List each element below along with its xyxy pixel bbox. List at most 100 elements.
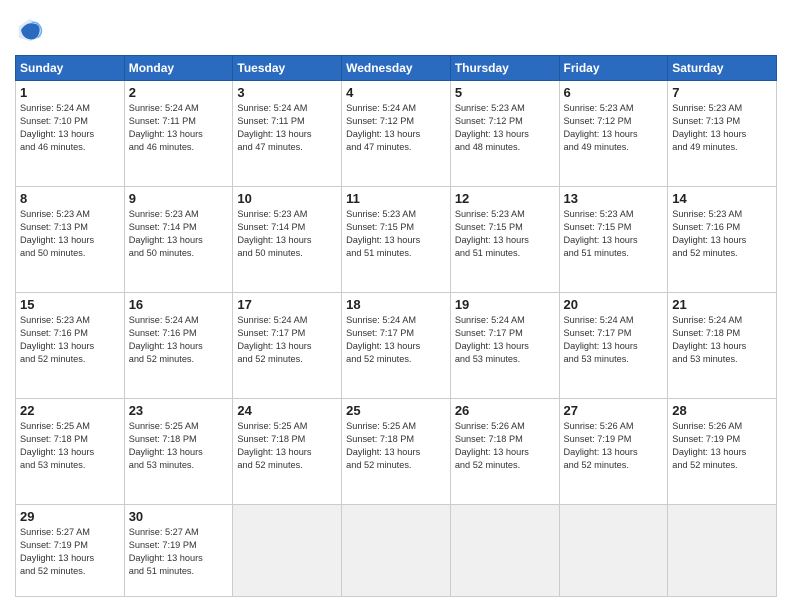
day-number: 12 (455, 191, 555, 206)
cell-info: Sunrise: 5:26 AMSunset: 7:19 PMDaylight:… (672, 421, 746, 470)
calendar-cell: 15 Sunrise: 5:23 AMSunset: 7:16 PMDayligh… (16, 292, 125, 398)
cell-info: Sunrise: 5:23 AMSunset: 7:12 PMDaylight:… (455, 103, 529, 152)
header (15, 15, 777, 45)
day-number: 24 (237, 403, 337, 418)
cell-info: Sunrise: 5:24 AMSunset: 7:17 PMDaylight:… (237, 315, 311, 364)
cell-info: Sunrise: 5:23 AMSunset: 7:16 PMDaylight:… (20, 315, 94, 364)
calendar-cell (342, 504, 451, 596)
calendar-cell: 7 Sunrise: 5:23 AMSunset: 7:13 PMDaylight… (668, 81, 777, 187)
day-number: 20 (564, 297, 664, 312)
weekday-header-saturday: Saturday (668, 56, 777, 81)
calendar-cell: 23 Sunrise: 5:25 AMSunset: 7:18 PMDayligh… (124, 398, 233, 504)
calendar-cell: 20Sunrise: 5:24 AMSunset: 7:17 PMDayligh… (559, 292, 668, 398)
calendar-cell: 25Sunrise: 5:25 AMSunset: 7:18 PMDayligh… (342, 398, 451, 504)
day-number: 10 (237, 191, 337, 206)
calendar-cell: 4 Sunrise: 5:24 AMSunset: 7:12 PMDaylight… (342, 81, 451, 187)
day-number: 3 (237, 85, 337, 100)
cell-info: Sunrise: 5:25 AMSunset: 7:18 PMDaylight:… (237, 421, 311, 470)
day-number: 17 (237, 297, 337, 312)
day-number: 1 (20, 85, 120, 100)
cell-info: Sunrise: 5:23 AMSunset: 7:14 PMDaylight:… (129, 209, 203, 258)
cell-info: Sunrise: 5:25 AMSunset: 7:18 PMDaylight:… (20, 421, 94, 470)
cell-info: Sunrise: 5:25 AMSunset: 7:18 PMDaylight:… (129, 421, 203, 470)
cell-info: Sunrise: 5:24 AMSunset: 7:10 PMDaylight:… (20, 103, 94, 152)
weekday-header-tuesday: Tuesday (233, 56, 342, 81)
calendar-cell: 8 Sunrise: 5:23 AMSunset: 7:13 PMDaylight… (16, 186, 125, 292)
calendar-cell: 26Sunrise: 5:26 AMSunset: 7:18 PMDayligh… (450, 398, 559, 504)
calendar-cell: 5 Sunrise: 5:23 AMSunset: 7:12 PMDaylight… (450, 81, 559, 187)
day-number: 22 (20, 403, 120, 418)
day-number: 16 (129, 297, 229, 312)
calendar-cell (668, 504, 777, 596)
cell-info: Sunrise: 5:23 AMSunset: 7:15 PMDaylight:… (346, 209, 420, 258)
weekday-header-wednesday: Wednesday (342, 56, 451, 81)
day-number: 7 (672, 85, 772, 100)
day-number: 30 (129, 509, 229, 524)
cell-info: Sunrise: 5:23 AMSunset: 7:13 PMDaylight:… (20, 209, 94, 258)
day-number: 19 (455, 297, 555, 312)
calendar-cell: 28Sunrise: 5:26 AMSunset: 7:19 PMDayligh… (668, 398, 777, 504)
cell-info: Sunrise: 5:27 AMSunset: 7:19 PMDaylight:… (20, 527, 94, 576)
calendar-cell: 6Sunrise: 5:23 AMSunset: 7:12 PMDaylight… (559, 81, 668, 187)
calendar-cell (450, 504, 559, 596)
calendar-cell: 1 Sunrise: 5:24 AMSunset: 7:10 PMDaylight… (16, 81, 125, 187)
logo (15, 15, 49, 45)
day-number: 11 (346, 191, 446, 206)
calendar-cell: 22 Sunrise: 5:25 AMSunset: 7:18 PMDayligh… (16, 398, 125, 504)
day-number: 9 (129, 191, 229, 206)
calendar-cell: 27 Sunrise: 5:26 AMSunset: 7:19 PMDayligh… (559, 398, 668, 504)
page: SundayMondayTuesdayWednesdayThursdayFrid… (0, 0, 792, 612)
calendar-cell: 9 Sunrise: 5:23 AMSunset: 7:14 PMDaylight… (124, 186, 233, 292)
cell-info: Sunrise: 5:24 AMSunset: 7:11 PMDaylight:… (129, 103, 203, 152)
calendar-cell (233, 504, 342, 596)
day-number: 2 (129, 85, 229, 100)
calendar-cell: 29 Sunrise: 5:27 AMSunset: 7:19 PMDayligh… (16, 504, 125, 596)
cell-info: Sunrise: 5:23 AMSunset: 7:15 PMDaylight:… (564, 209, 638, 258)
cell-info: Sunrise: 5:24 AMSunset: 7:17 PMDaylight:… (455, 315, 529, 364)
cell-info: Sunrise: 5:24 AMSunset: 7:12 PMDaylight:… (346, 103, 420, 152)
day-number: 14 (672, 191, 772, 206)
calendar-cell: 19 Sunrise: 5:24 AMSunset: 7:17 PMDayligh… (450, 292, 559, 398)
day-number: 8 (20, 191, 120, 206)
calendar-cell: 2 Sunrise: 5:24 AMSunset: 7:11 PMDaylight… (124, 81, 233, 187)
calendar-cell: 12 Sunrise: 5:23 AMSunset: 7:15 PMDayligh… (450, 186, 559, 292)
weekday-header-friday: Friday (559, 56, 668, 81)
cell-info: Sunrise: 5:23 AMSunset: 7:16 PMDaylight:… (672, 209, 746, 258)
calendar-cell: 21 Sunrise: 5:24 AMSunset: 7:18 PMDayligh… (668, 292, 777, 398)
day-number: 5 (455, 85, 555, 100)
day-number: 18 (346, 297, 446, 312)
calendar-cell: 18 Sunrise: 5:24 AMSunset: 7:17 PMDayligh… (342, 292, 451, 398)
cell-info: Sunrise: 5:26 AMSunset: 7:19 PMDaylight:… (564, 421, 638, 470)
cell-info: Sunrise: 5:27 AMSunset: 7:19 PMDaylight:… (129, 527, 203, 576)
calendar-cell: 14 Sunrise: 5:23 AMSunset: 7:16 PMDayligh… (668, 186, 777, 292)
cell-info: Sunrise: 5:23 AMSunset: 7:15 PMDaylight:… (455, 209, 529, 258)
day-number: 29 (20, 509, 120, 524)
cell-info: Sunrise: 5:24 AMSunset: 7:11 PMDaylight:… (237, 103, 311, 152)
day-number: 25 (346, 403, 446, 418)
cell-info: Sunrise: 5:24 AMSunset: 7:18 PMDaylight:… (672, 315, 746, 364)
calendar-cell: 10 Sunrise: 5:23 AMSunset: 7:14 PMDayligh… (233, 186, 342, 292)
weekday-header-thursday: Thursday (450, 56, 559, 81)
cell-info: Sunrise: 5:23 AMSunset: 7:14 PMDaylight:… (237, 209, 311, 258)
day-number: 4 (346, 85, 446, 100)
calendar-cell: 16 Sunrise: 5:24 AMSunset: 7:16 PMDayligh… (124, 292, 233, 398)
calendar-cell: 17 Sunrise: 5:24 AMSunset: 7:17 PMDayligh… (233, 292, 342, 398)
day-number: 15 (20, 297, 120, 312)
cell-info: Sunrise: 5:26 AMSunset: 7:18 PMDaylight:… (455, 421, 529, 470)
calendar-cell: 11 Sunrise: 5:23 AMSunset: 7:15 PMDayligh… (342, 186, 451, 292)
day-number: 21 (672, 297, 772, 312)
calendar-cell (559, 504, 668, 596)
weekday-header-monday: Monday (124, 56, 233, 81)
cell-info: Sunrise: 5:24 AMSunset: 7:16 PMDaylight:… (129, 315, 203, 364)
day-number: 27 (564, 403, 664, 418)
calendar-cell: 13Sunrise: 5:23 AMSunset: 7:15 PMDayligh… (559, 186, 668, 292)
day-number: 23 (129, 403, 229, 418)
calendar-table: SundayMondayTuesdayWednesdayThursdayFrid… (15, 55, 777, 597)
cell-info: Sunrise: 5:23 AMSunset: 7:13 PMDaylight:… (672, 103, 746, 152)
calendar-cell: 30 Sunrise: 5:27 AMSunset: 7:19 PMDayligh… (124, 504, 233, 596)
cell-info: Sunrise: 5:24 AMSunset: 7:17 PMDaylight:… (346, 315, 420, 364)
calendar-cell: 24 Sunrise: 5:25 AMSunset: 7:18 PMDayligh… (233, 398, 342, 504)
logo-icon (15, 15, 45, 45)
day-number: 6 (564, 85, 664, 100)
calendar-cell: 3 Sunrise: 5:24 AMSunset: 7:11 PMDaylight… (233, 81, 342, 187)
